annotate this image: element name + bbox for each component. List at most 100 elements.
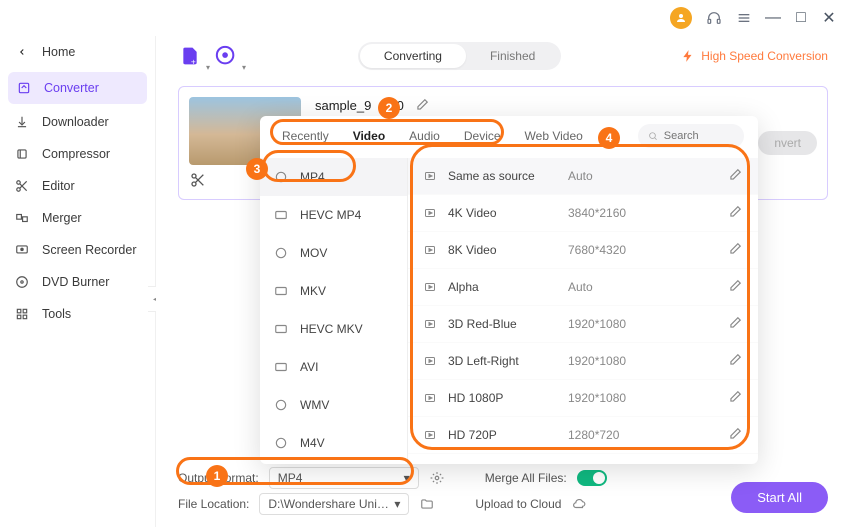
compress-icon [14, 146, 30, 162]
high-speed-label: High Speed Conversion [701, 49, 828, 63]
resolution-icon [422, 391, 438, 405]
format-item[interactable]: MP4 [260, 158, 407, 196]
format-item[interactable]: HEVC MKV [260, 310, 407, 348]
dropdown-tab-audio[interactable]: Audio [401, 125, 448, 147]
format-item[interactable]: AVI [260, 348, 407, 386]
merge-toggle[interactable] [577, 470, 607, 486]
format-icon [272, 207, 290, 223]
recorder-icon [14, 242, 30, 258]
format-label: MKV [300, 284, 326, 298]
edit-preset-icon[interactable] [728, 353, 744, 370]
resolution-item[interactable]: HD 720P1280*720 [408, 417, 758, 454]
dropdown-tab-webvideo[interactable]: Web Video [517, 125, 591, 147]
lightning-icon [681, 49, 695, 63]
resolution-item[interactable]: AlphaAuto [408, 269, 758, 306]
resolution-size: Auto [568, 169, 728, 183]
format-icon [272, 359, 290, 375]
status-segmented-control: Converting Finished [358, 42, 561, 70]
add-dvd-button[interactable]: ▾ [214, 44, 238, 68]
edit-preset-icon[interactable] [728, 427, 744, 444]
menu-icon[interactable] [736, 10, 752, 26]
format-item[interactable]: MOV [260, 234, 407, 272]
tab-converting[interactable]: Converting [360, 44, 466, 68]
edit-name-icon[interactable] [414, 97, 430, 113]
sidebar-item-label: Tools [42, 307, 71, 321]
format-item[interactable]: MKV [260, 272, 407, 310]
format-label: MP4 [300, 170, 325, 184]
minimize-button[interactable]: — [766, 11, 780, 25]
resolution-item[interactable]: 3D Red-Blue1920*1080 [408, 306, 758, 343]
resolution-item[interactable]: 4K Video3840*2160 [408, 195, 758, 232]
add-file-button[interactable]: + ▾ [178, 44, 202, 68]
folder-icon[interactable] [419, 496, 435, 512]
edit-preset-icon[interactable] [728, 168, 744, 185]
upload-label: Upload to Cloud [475, 497, 561, 511]
format-label: AVI [300, 360, 318, 374]
output-format-select[interactable]: MP4 ▾ [269, 467, 419, 489]
sidebar-item-label: Downloader [42, 115, 109, 129]
titlebar: — □ ✕ [0, 0, 850, 36]
dropdown-tab-recently[interactable]: Recently [274, 125, 337, 147]
dropdown-tab-device[interactable]: Device [456, 125, 509, 147]
scissors-icon [14, 178, 30, 194]
format-label: HEVC MKV [300, 322, 363, 336]
sidebar-item-merger[interactable]: Merger [0, 202, 155, 234]
edit-preset-icon[interactable] [728, 390, 744, 407]
sidebar-item-dvd[interactable]: DVD Burner [0, 266, 155, 298]
home-label: Home [42, 45, 75, 59]
start-all-button[interactable]: Start All [731, 482, 828, 513]
format-search[interactable] [638, 124, 744, 148]
file-location-select[interactable]: D:\Wondershare UniConverter 1 ▾ [259, 493, 409, 515]
resolution-name: 3D Left-Right [448, 354, 568, 368]
merger-icon [14, 210, 30, 226]
output-format-label: Output Format: [178, 471, 259, 485]
resolution-size: 7680*4320 [568, 243, 728, 257]
edit-preset-icon[interactable] [728, 242, 744, 259]
resolution-icon [422, 169, 438, 183]
resolution-name: 4K Video [448, 206, 568, 220]
format-item[interactable]: M4V [260, 424, 407, 462]
search-input[interactable] [664, 130, 734, 142]
resolution-icon [422, 317, 438, 331]
resolution-item[interactable]: HD 1080P1920*1080 [408, 380, 758, 417]
resolution-item[interactable]: 3D Left-Right1920*1080 [408, 343, 758, 380]
sidebar-item-label: Compressor [42, 147, 110, 161]
edit-preset-icon[interactable] [728, 279, 744, 296]
merge-label: Merge All Files: [485, 471, 567, 485]
headset-icon[interactable] [706, 10, 722, 26]
sidebar-item-editor[interactable]: Editor [0, 170, 155, 202]
edit-preset-icon[interactable] [728, 316, 744, 333]
resolution-size: 1920*1080 [568, 317, 728, 331]
tab-finished[interactable]: Finished [466, 44, 559, 68]
chevron-left-icon [14, 44, 30, 60]
dropdown-tab-video[interactable]: Video [345, 125, 393, 147]
edit-preset-icon[interactable] [728, 205, 744, 222]
sidebar-item-compressor[interactable]: Compressor [0, 138, 155, 170]
sidebar-item-recorder[interactable]: Screen Recorder [0, 234, 155, 266]
format-item[interactable]: WMV [260, 386, 407, 424]
back-home[interactable]: Home [0, 36, 155, 68]
maximize-button[interactable]: □ [794, 11, 808, 25]
chevron-down-icon: ▾ [206, 63, 210, 72]
settings-icon[interactable] [429, 470, 445, 486]
format-icon [272, 397, 290, 413]
cloud-icon[interactable] [571, 496, 587, 512]
resolution-item[interactable]: 8K Video7680*4320 [408, 232, 758, 269]
convert-button[interactable]: nvert [758, 131, 817, 155]
sidebar-item-downloader[interactable]: Downloader [0, 106, 155, 138]
trim-button[interactable] [189, 171, 207, 189]
sidebar-item-label: DVD Burner [42, 275, 109, 289]
close-button[interactable]: ✕ [822, 11, 836, 25]
format-icon [272, 245, 290, 261]
sidebar: Home Converter Downloader Compressor Edi… [0, 36, 156, 527]
sidebar-item-tools[interactable]: Tools [0, 298, 155, 330]
resolution-item[interactable]: Same as sourceAuto [408, 158, 758, 195]
high-speed-toggle[interactable]: High Speed Conversion [681, 49, 828, 63]
resolution-name: Alpha [448, 280, 568, 294]
format-icon [272, 435, 290, 451]
sidebar-item-converter[interactable]: Converter [8, 72, 147, 104]
format-list: MP4 HEVC MP4MOV MKV HEVC MKV AVI WMVM4V [260, 158, 408, 464]
avatar[interactable] [670, 7, 692, 29]
resolution-size: 3840*2160 [568, 206, 728, 220]
format-item[interactable]: HEVC MP4 [260, 196, 407, 234]
